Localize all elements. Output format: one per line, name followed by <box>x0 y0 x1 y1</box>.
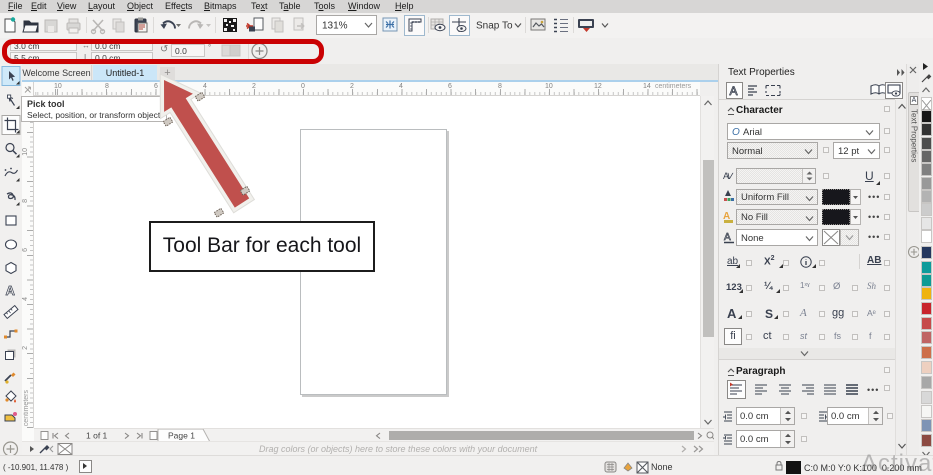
svg-text:A: A <box>730 84 738 98</box>
svg-text:Snap To: Snap To <box>476 21 513 32</box>
svg-text:131%: 131% <box>322 21 348 32</box>
svg-text:1 of 1: 1 of 1 <box>86 431 108 441</box>
svg-text:Drag colors (or objects) here: Drag colors (or objects) here to store t… <box>259 444 538 454</box>
svg-text:A: A <box>6 283 16 298</box>
svg-text:•••: ••• <box>867 385 879 395</box>
svg-text:A: A <box>724 232 731 243</box>
svg-text:Page 1: Page 1 <box>168 431 195 441</box>
svg-text:V: V <box>726 171 734 181</box>
